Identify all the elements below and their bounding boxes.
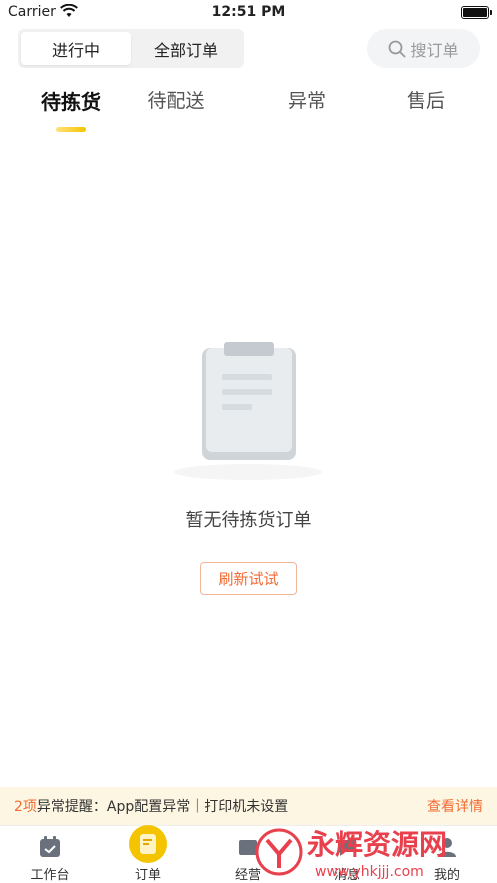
empty-clipboard-icon [174,342,322,480]
tabbar-label-workbench: 工作台 [30,868,70,883]
search-label: 搜订单 [410,40,459,60]
watermark-url: www.yhkjjj.com [315,864,424,880]
battery-icon [461,6,492,19]
order-icon [129,825,167,863]
search-icon [389,40,406,57]
search-orders-button[interactable]: 搜订单 [367,29,480,68]
empty-message: 暂无待拣货订单 [185,510,312,531]
tab-after-sales[interactable]: 售后 [376,86,476,113]
active-tab-indicator [56,127,86,132]
clock: 12:51 PM [211,4,286,20]
tabbar-label-orders: 订单 [134,868,161,883]
segment-in-progress[interactable]: 进行中 [21,32,131,65]
watermark-brand: 永辉资源网 [307,828,447,861]
calendar-icon [40,836,60,857]
tabbar-item-orders[interactable]: 订单 [98,825,198,883]
tab-pending-delivery[interactable]: 待配送 [126,86,226,113]
exception-notice-bar[interactable]: 2项 异常提醒：App配置异常｜打印机未设置 查看详情 [0,787,497,825]
status-bar: Carrier 12:51 PM [0,0,497,26]
tab-exception[interactable]: 异常 [257,86,357,113]
tabbar-item-workbench[interactable]: 工作台 [0,826,100,883]
notice-count: 2项 [14,799,37,815]
tab-pending-pick[interactable]: 待拣货 [21,86,121,115]
view-details-link[interactable]: 查看详情 [427,796,483,816]
site-watermark: 永辉资源网 www.yhkjjj.com [255,828,447,880]
notice-text: 异常提醒：App配置异常｜打印机未设置 [36,799,289,815]
order-scope-segment: 进行中 全部订单 [18,29,244,68]
refresh-button[interactable]: 刷新试试 [200,562,297,595]
segment-all-orders[interactable]: 全部订单 [131,32,241,65]
